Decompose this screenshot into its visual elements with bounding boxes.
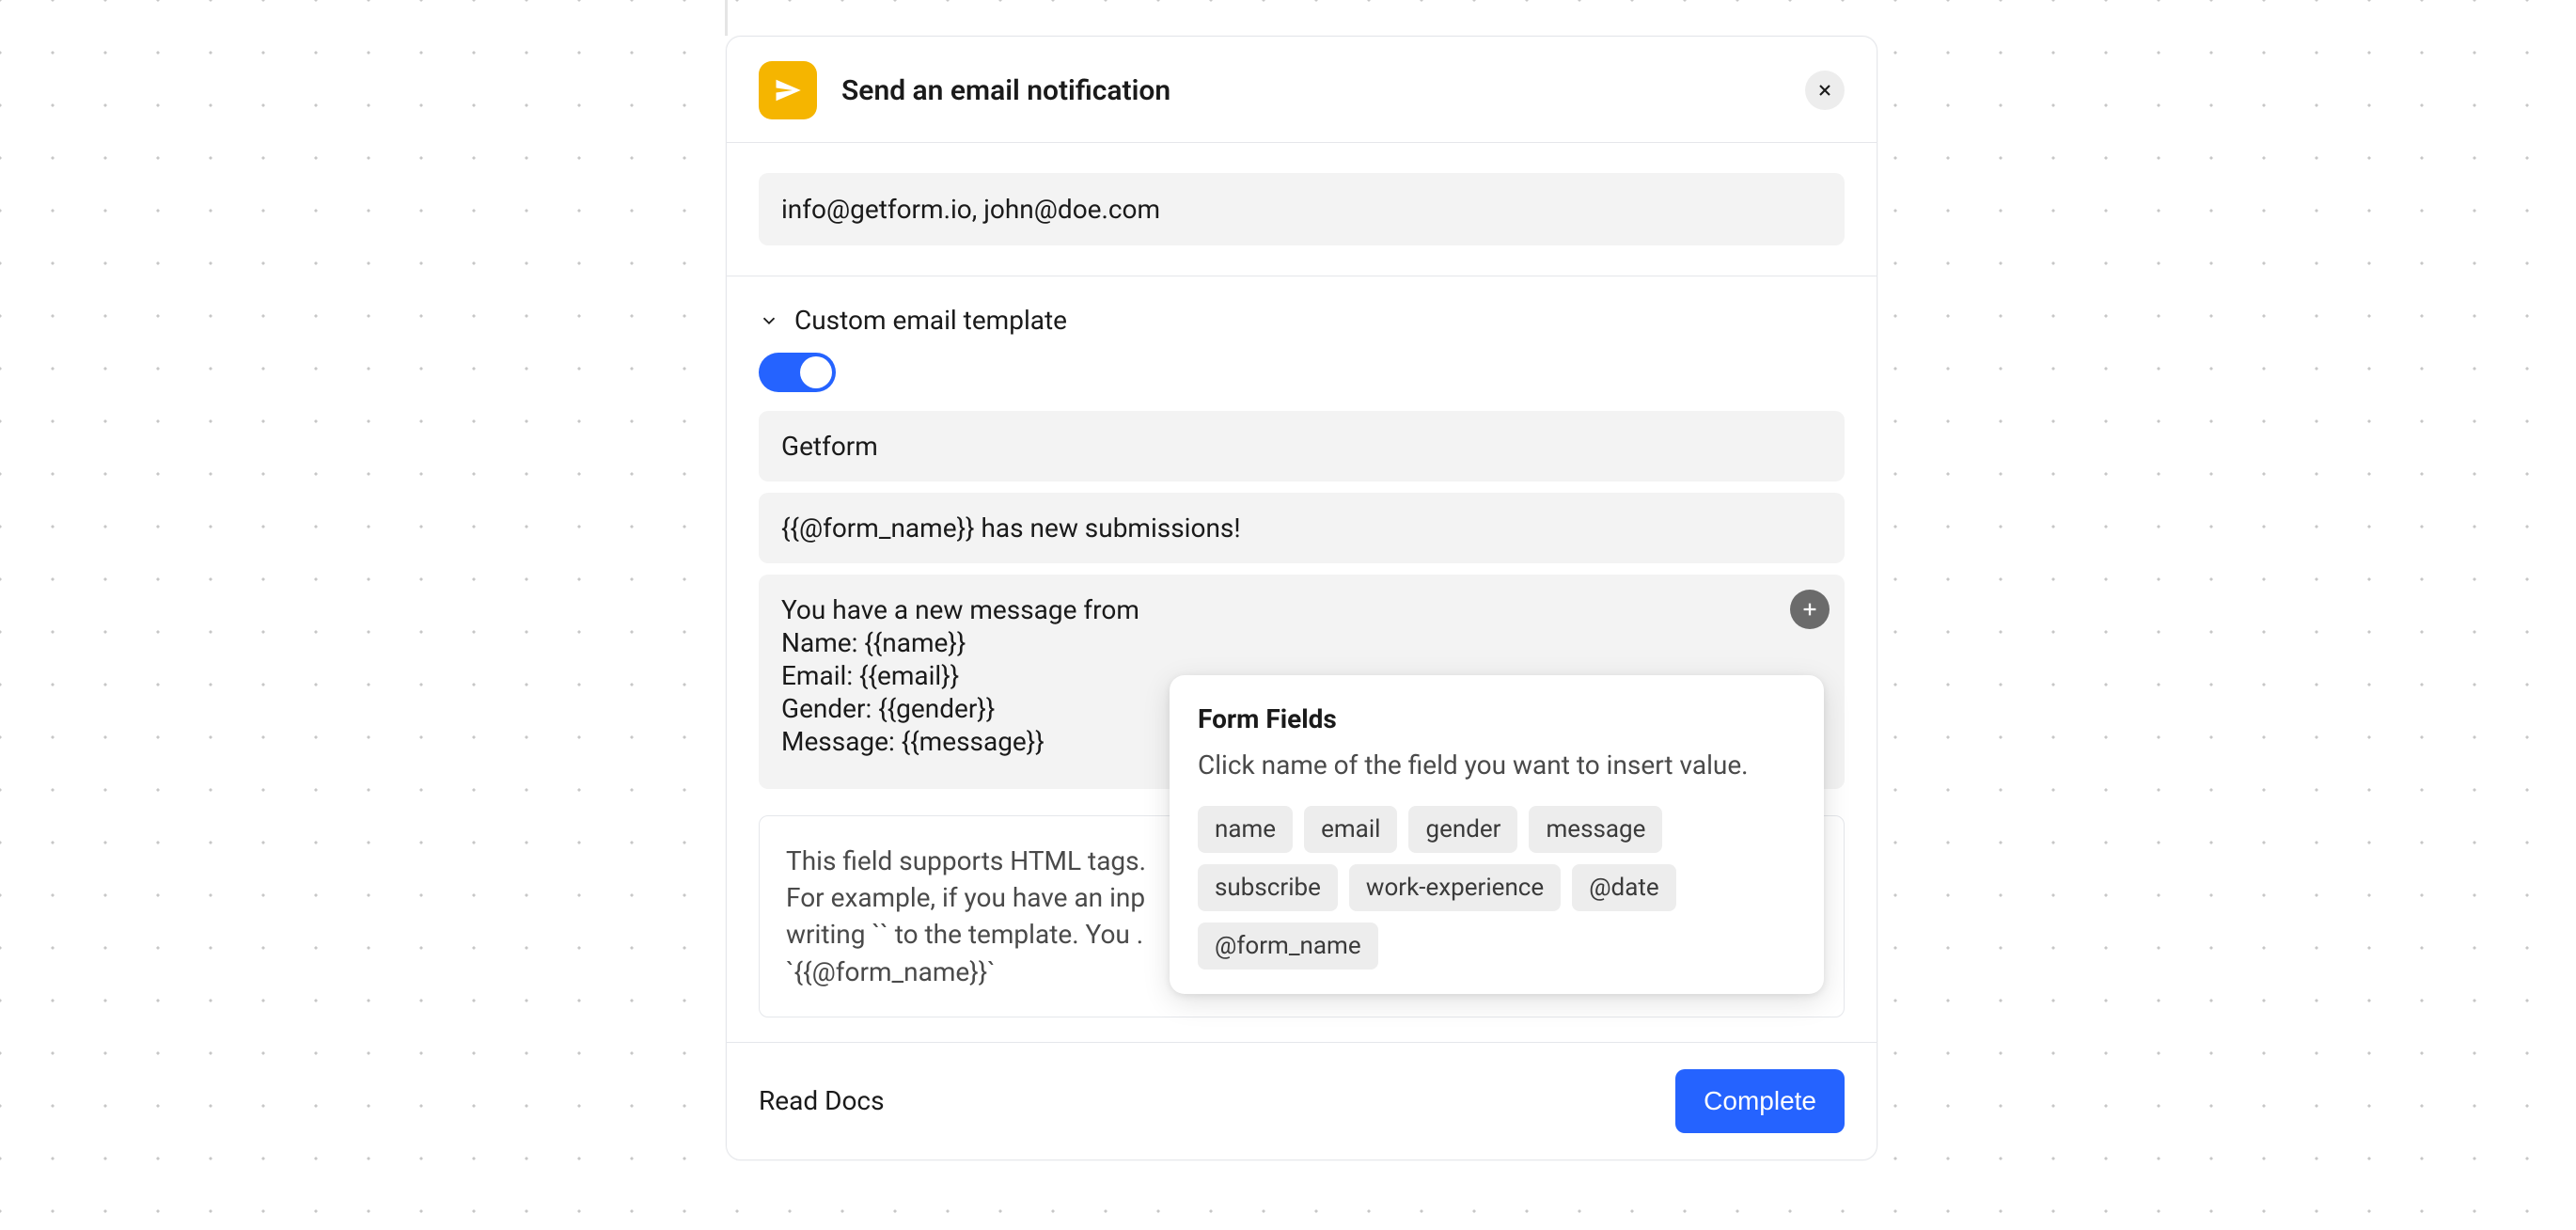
- send-icon: [759, 61, 817, 119]
- plus-icon: [1799, 599, 1820, 620]
- complete-button[interactable]: Complete: [1675, 1069, 1845, 1133]
- template-section-label: Custom email template: [794, 305, 1067, 336]
- field-chip[interactable]: message: [1529, 806, 1662, 853]
- close-button[interactable]: [1805, 71, 1845, 110]
- modal-footer: Read Docs Complete: [727, 1042, 1877, 1159]
- toggle-knob: [800, 356, 832, 388]
- chevron-down-icon: [759, 310, 779, 331]
- popover-description: Click name of the field you want to inse…: [1198, 748, 1796, 783]
- field-chip[interactable]: gender: [1408, 806, 1517, 853]
- field-chip-list: name email gender message subscribe work…: [1198, 806, 1796, 970]
- field-chip[interactable]: name: [1198, 806, 1293, 853]
- template-header-row[interactable]: Custom email template: [759, 305, 1845, 336]
- field-chip[interactable]: work-experience: [1349, 864, 1561, 911]
- close-icon: [1815, 81, 1834, 100]
- subject-input[interactable]: [759, 493, 1845, 563]
- popover-title: Form Fields: [1198, 703, 1796, 734]
- custom-template-toggle[interactable]: [759, 353, 836, 392]
- field-chip[interactable]: subscribe: [1198, 864, 1338, 911]
- field-chip[interactable]: email: [1304, 806, 1397, 853]
- recipients-input[interactable]: [759, 173, 1845, 245]
- modal-header: Send an email notification: [727, 37, 1877, 143]
- field-chip[interactable]: @date: [1572, 864, 1675, 911]
- connector-line: [725, 0, 728, 36]
- modal-title: Send an email notification: [841, 74, 1805, 107]
- insert-field-button[interactable]: [1790, 590, 1830, 629]
- field-chip[interactable]: @form_name: [1198, 922, 1378, 970]
- form-fields-popover: Form Fields Click name of the field you …: [1170, 675, 1824, 994]
- read-docs-link[interactable]: Read Docs: [759, 1085, 885, 1116]
- from-name-input[interactable]: [759, 411, 1845, 481]
- recipients-section: [727, 143, 1877, 276]
